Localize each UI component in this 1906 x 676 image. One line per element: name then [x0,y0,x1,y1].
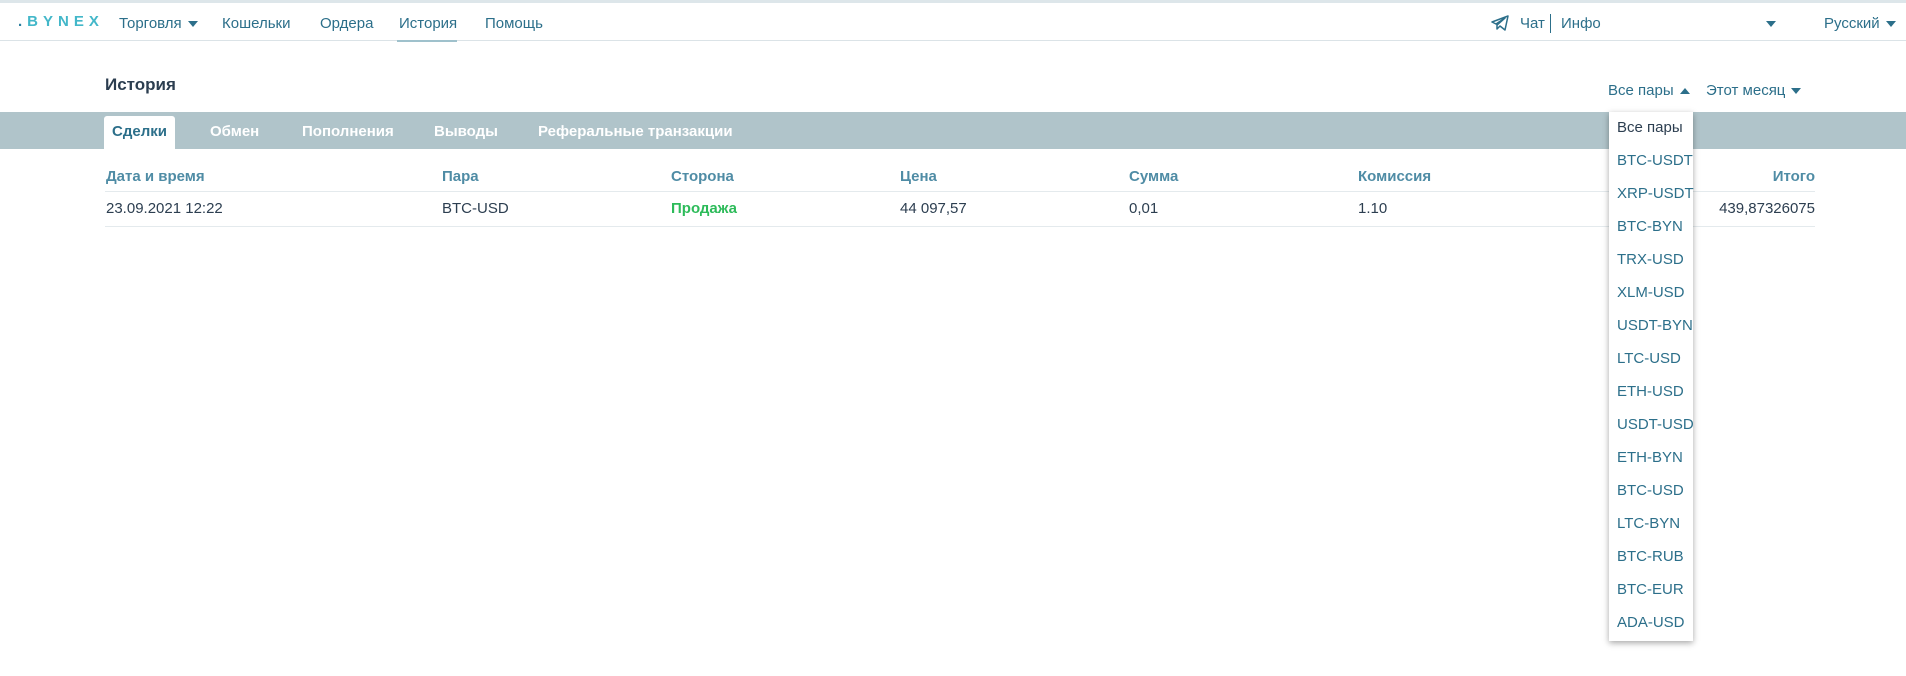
pair-filter-label: Все пары [1608,82,1674,99]
pair-filter[interactable]: Все пары [1608,82,1690,99]
column-header-amount[interactable]: Сумма [1129,168,1178,185]
dropdown-option[interactable]: BTC-RUB [1617,548,1684,565]
page-title: История [105,75,176,94]
period-filter[interactable]: Этот месяц [1706,82,1802,99]
dropdown-option[interactable]: ETH-BYN [1617,449,1683,466]
chevron-down-icon [187,21,198,28]
tab-withdrawals[interactable]: Выводы [434,123,498,140]
bynex-logo[interactable]: .BYNEX [18,13,104,30]
dropdown-option[interactable]: USDT-BYN [1617,317,1693,334]
pair-dropdown-menu: Все пары BTC-USDT XRP-USDT BTC-BYN TRX-U… [1609,112,1694,641]
dropdown-option[interactable]: USDT-USD [1617,416,1694,433]
info-dropdown-toggle[interactable] [1760,15,1776,32]
column-header-total[interactable]: Итого [1773,168,1815,185]
chevron-down-icon [1791,88,1802,95]
chat-link[interactable]: Чат [1520,15,1545,32]
dropdown-option[interactable]: BTC-USD [1617,482,1684,499]
chevron-down-icon [1766,21,1776,28]
column-header-price[interactable]: Цена [900,168,937,185]
top-navigation-bar: .BYNEX Торговля Кошельки Ордера История … [0,0,1906,42]
nav-orders[interactable]: Ордера [320,15,373,32]
nav-help[interactable]: Помощь [485,15,543,32]
tab-exchange[interactable]: Обмен [210,123,259,140]
info-link[interactable]: Инфо [1561,15,1601,32]
dropdown-option[interactable]: XRP-USDT [1617,185,1694,202]
row-divider [105,226,1815,227]
divider [1550,14,1551,33]
cell-side: Продажа [671,200,737,217]
cell-fee: 1.10 [1358,200,1388,217]
nav-wallets[interactable]: Кошельки [222,15,290,32]
dropdown-option[interactable]: Все пары [1617,119,1683,136]
logo-text: BYNEX [27,13,104,30]
header-divider [105,191,1815,192]
cell-price: 44 097,57 [900,200,967,217]
dropdown-option[interactable]: BTC-EUR [1617,581,1684,598]
dropdown-option[interactable]: ADA-USD [1617,614,1685,631]
language-label: Русский [1824,15,1880,32]
dropdown-option[interactable]: XLM-USD [1617,284,1685,301]
tab-referral-transactions[interactable]: Реферальные транзакции [538,123,733,140]
dropdown-option[interactable]: LTC-USD [1617,350,1681,367]
telegram-icon[interactable] [1491,15,1509,36]
column-header-fee[interactable]: Комиссия [1358,168,1431,185]
dropdown-option[interactable]: TRX-USD [1617,251,1684,268]
cell-amount: 0,01 [1129,200,1159,217]
language-selector[interactable]: Русский [1824,15,1896,32]
nav-trading-label: Торговля [119,15,182,32]
tab-trades[interactable]: Сделки [104,116,175,149]
chevron-up-icon [1679,88,1690,95]
column-header-datetime[interactable]: Дата и время [106,168,205,185]
cell-pair: BTC-USD [442,200,509,217]
period-filter-label: Этот месяц [1706,82,1786,99]
dropdown-option[interactable]: ETH-USD [1617,383,1684,400]
cell-total: 439,87326075 [1719,200,1815,217]
dropdown-option[interactable]: BTC-BYN [1617,218,1683,235]
dropdown-option[interactable]: BTC-USDT [1617,152,1693,169]
nav-trading[interactable]: Торговля [119,15,198,32]
column-header-side[interactable]: Сторона [671,168,734,185]
chevron-down-icon [1885,21,1896,28]
cell-datetime: 23.09.2021 12:22 [106,200,223,217]
logo-dot: . [18,13,28,30]
tab-deposits[interactable]: Пополнения [302,123,394,140]
dropdown-option[interactable]: LTC-BYN [1617,515,1680,532]
nav-history[interactable]: История [399,15,457,32]
nav-active-indicator [397,40,457,42]
column-header-pair[interactable]: Пара [442,168,479,185]
